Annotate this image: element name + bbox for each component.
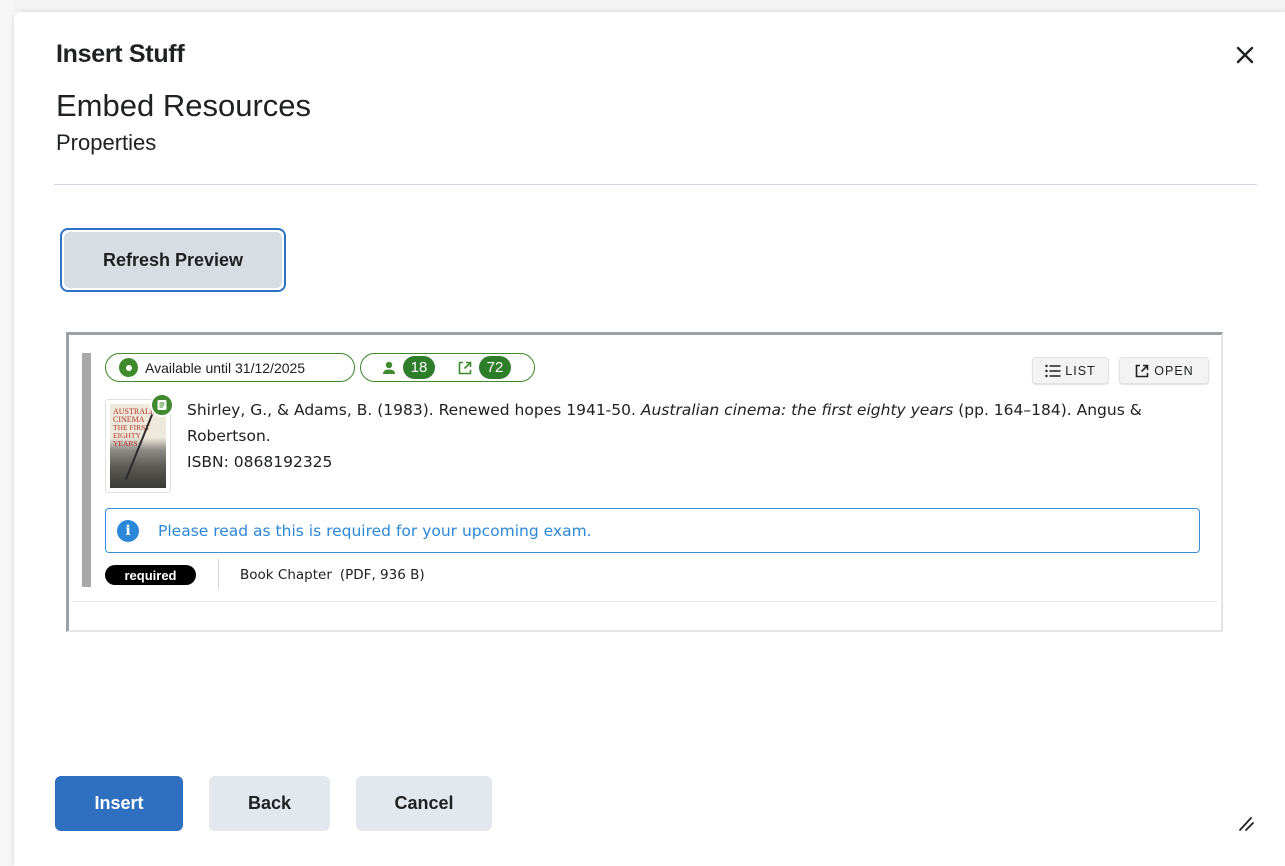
availability-text: Available until 31/12/2025 — [145, 359, 306, 376]
page-background-edge — [0, 0, 14, 866]
open-external-icon — [458, 361, 472, 374]
stats-badge: 18 72 — [360, 353, 535, 382]
open-button-label: OPEN — [1154, 363, 1194, 378]
page-subheading: Properties — [56, 130, 157, 155]
refresh-preview-label: Refresh Preview — [64, 232, 282, 288]
resource-type-info: Book Chapter (PDF, 936 B) — [240, 567, 425, 583]
open-external-icon — [1135, 364, 1149, 377]
page-background-strip — [0, 0, 1285, 12]
open-count: 72 — [479, 356, 511, 379]
info-notice: i Please read as this is required for yo… — [105, 508, 1200, 553]
card-accent-bar — [82, 353, 91, 587]
isbn-text: ISBN: 0868192325 — [187, 453, 333, 471]
resource-card: Available until 31/12/2025 18 72 LIST OP… — [72, 338, 1218, 602]
meta-separator — [218, 559, 219, 589]
cancel-button[interactable]: Cancel — [356, 776, 492, 831]
citation-authors: Shirley, G., & Adams, B. (1983). Renewed… — [187, 401, 636, 419]
file-info: (PDF, 936 B) — [339, 567, 425, 583]
notice-text: Please read as this is required for your… — [158, 521, 592, 540]
citation-text: Shirley, G., & Adams, B. (1983). Renewed… — [187, 397, 1207, 449]
close-button[interactable] — [1232, 42, 1258, 68]
list-icon — [1045, 364, 1061, 377]
refresh-preview-button[interactable]: Refresh Preview — [60, 228, 286, 292]
person-icon — [383, 361, 395, 374]
info-icon: i — [117, 519, 139, 542]
insert-stuff-dialog: Insert Stuff Embed Resources Properties … — [14, 12, 1285, 866]
header-divider — [54, 184, 1257, 185]
student-count: 18 — [403, 356, 435, 379]
citation-source: Australian cinema: the first eighty year… — [640, 401, 954, 419]
list-button[interactable]: LIST — [1032, 357, 1109, 384]
availability-dot-icon — [119, 358, 138, 377]
resource-type: Book Chapter — [240, 567, 332, 583]
resize-handle-icon[interactable] — [1236, 812, 1256, 832]
open-button[interactable]: OPEN — [1119, 357, 1209, 384]
required-tag: required — [105, 565, 196, 585]
book-cover-image: AUSTRALIA CINEMA THE FIRST EIGHTY YEARS — [110, 404, 166, 488]
availability-badge: Available until 31/12/2025 — [105, 353, 355, 382]
dialog-title: Insert Stuff — [56, 40, 185, 68]
close-icon — [1236, 46, 1254, 64]
document-icon — [150, 393, 174, 417]
insert-button[interactable]: Insert — [55, 776, 183, 831]
list-button-label: LIST — [1065, 363, 1096, 378]
page-heading: Embed Resources — [56, 88, 312, 123]
back-button[interactable]: Back — [209, 776, 330, 831]
preview-frame: Available until 31/12/2025 18 72 LIST OP… — [66, 332, 1223, 632]
